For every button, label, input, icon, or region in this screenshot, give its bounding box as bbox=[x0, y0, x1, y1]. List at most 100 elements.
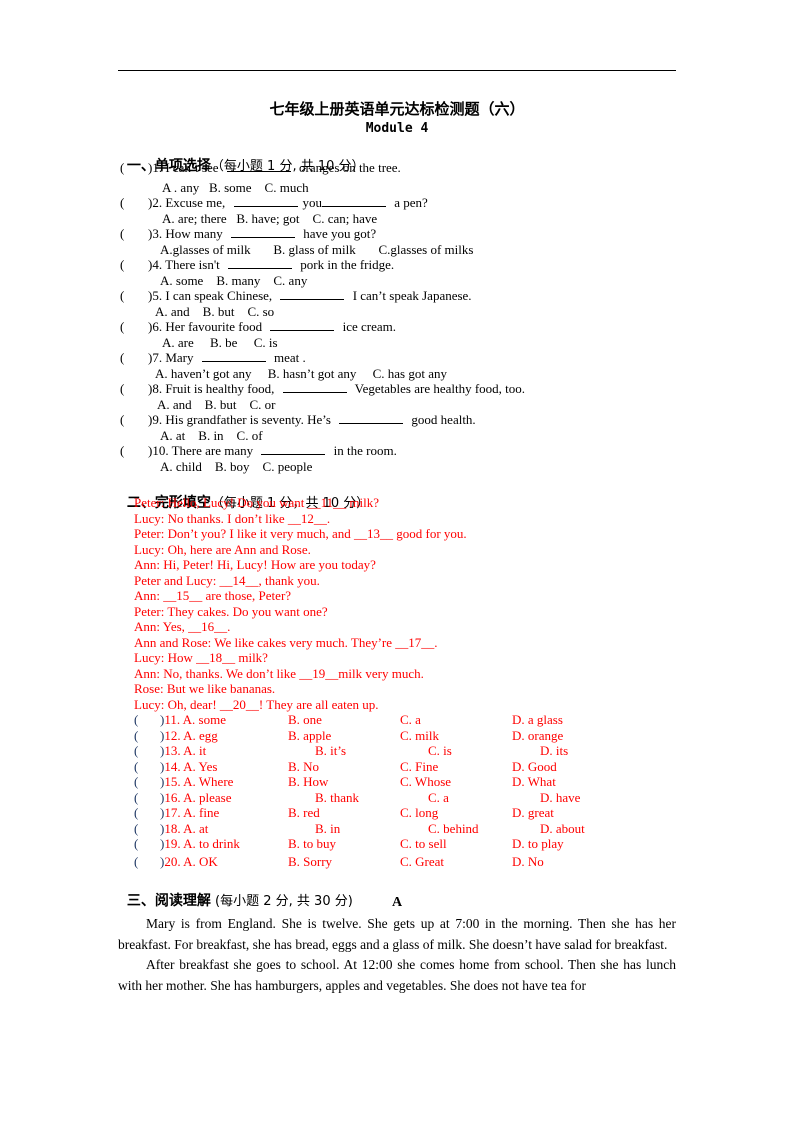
reading-passage: Mary is from England. She is twelve. She… bbox=[118, 914, 676, 996]
option-c: C. a bbox=[428, 790, 449, 805]
option-a: )11. A. some bbox=[160, 712, 226, 727]
answer-paren[interactable]: ( bbox=[134, 790, 138, 806]
option-b: B. Sorry bbox=[288, 854, 333, 869]
question-text: )9. His grandfather is seventy. He’s bbox=[148, 412, 335, 427]
answer-blank bbox=[201, 350, 266, 362]
answer-paren[interactable]: ( bbox=[134, 854, 138, 870]
answer-paren[interactable]: ( bbox=[120, 226, 148, 242]
answer-blank bbox=[339, 412, 404, 424]
question-options: A.glasses of milk B. glass of milk C.gla… bbox=[160, 242, 474, 257]
option-d: D. No bbox=[512, 854, 544, 869]
option-c: C. a bbox=[400, 712, 421, 727]
option-d: D. to play bbox=[512, 836, 564, 851]
answer-paren[interactable]: ( bbox=[120, 381, 148, 397]
dialogue-line: Lucy: Oh, here are Ann and Rose. bbox=[134, 541, 311, 557]
dialogue-line: Peter: Hello, Lucy! Do you want __11__ m… bbox=[134, 495, 380, 510]
option-c: C. to sell bbox=[400, 836, 447, 851]
answer-blank bbox=[231, 226, 295, 238]
option-a: )15. A. Where bbox=[160, 774, 234, 789]
dialogue-line: Peter: Don’t you? I like it very much, a… bbox=[134, 526, 467, 541]
dialogue-line: Rose: But we like bananas. bbox=[134, 681, 276, 696]
option-d: D. a glass bbox=[512, 712, 563, 727]
answer-paren[interactable]: ( bbox=[134, 743, 138, 759]
question-text: oranges on the tree. bbox=[295, 160, 401, 175]
question-text: )3. How many bbox=[148, 226, 226, 241]
option-b: B. in bbox=[315, 821, 341, 836]
dialogue-line: Ann: __15__ are those, Peter? bbox=[134, 588, 292, 603]
question-3: ()3. How many have you got? bbox=[120, 226, 376, 242]
answer-paren[interactable]: ( bbox=[120, 443, 148, 459]
answer-paren[interactable]: ( bbox=[134, 759, 138, 775]
option-a: )17. A. fine bbox=[160, 805, 220, 820]
question-8: ()8. Fruit is healthy food, Vegetables a… bbox=[120, 381, 525, 397]
answer-blank bbox=[261, 443, 326, 455]
option-c: C. Fine bbox=[400, 759, 439, 774]
answer-paren[interactable]: ( bbox=[134, 805, 138, 821]
dialogue-line: Ann: No, thanks. We don’t like __19__mil… bbox=[134, 665, 424, 681]
question-options: A . any B. some C. much bbox=[162, 180, 309, 195]
option-d: D. Good bbox=[512, 759, 557, 774]
question-text: pork in the fridge. bbox=[297, 257, 395, 272]
question-text: )8. Fruit is healthy food, bbox=[148, 381, 278, 396]
question-text: meat . bbox=[270, 350, 306, 365]
dialogue-line: Ann: Yes, __16__. bbox=[134, 619, 231, 634]
question-options: A. and B. but C. so bbox=[155, 304, 275, 319]
question-text: I can’t speak Japanese. bbox=[349, 288, 472, 303]
reading-passage-heading: A bbox=[391, 895, 403, 910]
page-title: 七年级上册英语单元达标检测题（六） bbox=[269, 100, 525, 118]
dialogue-line: Lucy: Oh, dear! __20__! They are all eat… bbox=[134, 696, 379, 712]
reading-paragraph: Mary is from England. She is twelve. She… bbox=[118, 916, 676, 952]
question-text: good health. bbox=[408, 412, 476, 427]
option-d: D. have bbox=[540, 790, 581, 805]
option-b: B. thank bbox=[315, 790, 360, 805]
question-1: ()1. I can’t see oranges on the tree. bbox=[120, 160, 401, 176]
dialogue-line: Peter: They cakes. Do you want one? bbox=[134, 603, 328, 619]
option-a: )20. A. OK bbox=[160, 854, 218, 869]
option-d: D. great bbox=[512, 805, 554, 820]
question-text: )5. I can speak Chinese, bbox=[148, 288, 276, 303]
answer-blank bbox=[226, 160, 291, 172]
question-9: ()9. His grandfather is seventy. He’s go… bbox=[120, 412, 476, 428]
option-c: C. behind bbox=[428, 821, 479, 836]
option-a: )14. A. Yes bbox=[160, 759, 218, 774]
answer-paren[interactable]: ( bbox=[120, 319, 148, 335]
answer-paren[interactable]: ( bbox=[120, 288, 148, 304]
question-4: ()4. There isn't pork in the fridge. bbox=[120, 257, 394, 273]
question-text: )4. There isn't bbox=[148, 257, 224, 272]
question-text: )7. Mary bbox=[148, 350, 197, 365]
question-options: A. are B. be C. is bbox=[162, 335, 278, 350]
option-c: C. milk bbox=[400, 728, 440, 743]
question-options: A. and B. but C. or bbox=[157, 397, 276, 412]
answer-blank bbox=[322, 195, 387, 207]
answer-paren[interactable]: ( bbox=[120, 257, 148, 273]
reading-paragraph: After breakfast she goes to school. At 1… bbox=[118, 957, 676, 993]
answer-paren[interactable]: ( bbox=[120, 412, 148, 428]
question-6: ()6. Her favourite food ice cream. bbox=[120, 319, 396, 335]
answer-paren[interactable]: ( bbox=[120, 195, 148, 211]
answer-paren[interactable]: ( bbox=[134, 821, 138, 837]
answer-paren[interactable]: ( bbox=[134, 728, 138, 744]
option-c: C. Whose bbox=[400, 774, 452, 789]
dialogue-line: Ann and Rose: We like cakes very much. T… bbox=[134, 634, 438, 650]
module-subtitle: Module 4 bbox=[365, 121, 429, 136]
header-rule bbox=[118, 70, 676, 71]
answer-paren[interactable]: ( bbox=[134, 712, 138, 728]
option-b: B. red bbox=[288, 805, 320, 820]
answer-paren[interactable]: ( bbox=[120, 160, 148, 176]
option-b: B. No bbox=[288, 759, 320, 774]
answer-paren[interactable]: ( bbox=[134, 836, 138, 852]
question-text: )1. I can’t see bbox=[148, 160, 222, 175]
option-c: C. is bbox=[428, 743, 452, 758]
option-a: )16. A. please bbox=[160, 790, 232, 805]
answer-blank bbox=[233, 195, 298, 207]
option-d: D. What bbox=[512, 774, 556, 789]
option-b: B. to buy bbox=[288, 836, 337, 851]
question-10: ()10. There are many in the room. bbox=[120, 443, 397, 459]
answer-blank bbox=[280, 288, 345, 300]
question-text: you bbox=[302, 195, 323, 210]
answer-paren[interactable]: ( bbox=[134, 774, 138, 790]
option-b: B. one bbox=[288, 712, 322, 727]
question-text: a pen? bbox=[391, 195, 428, 210]
option-c: C. Great bbox=[400, 854, 445, 869]
answer-paren[interactable]: ( bbox=[120, 350, 148, 366]
